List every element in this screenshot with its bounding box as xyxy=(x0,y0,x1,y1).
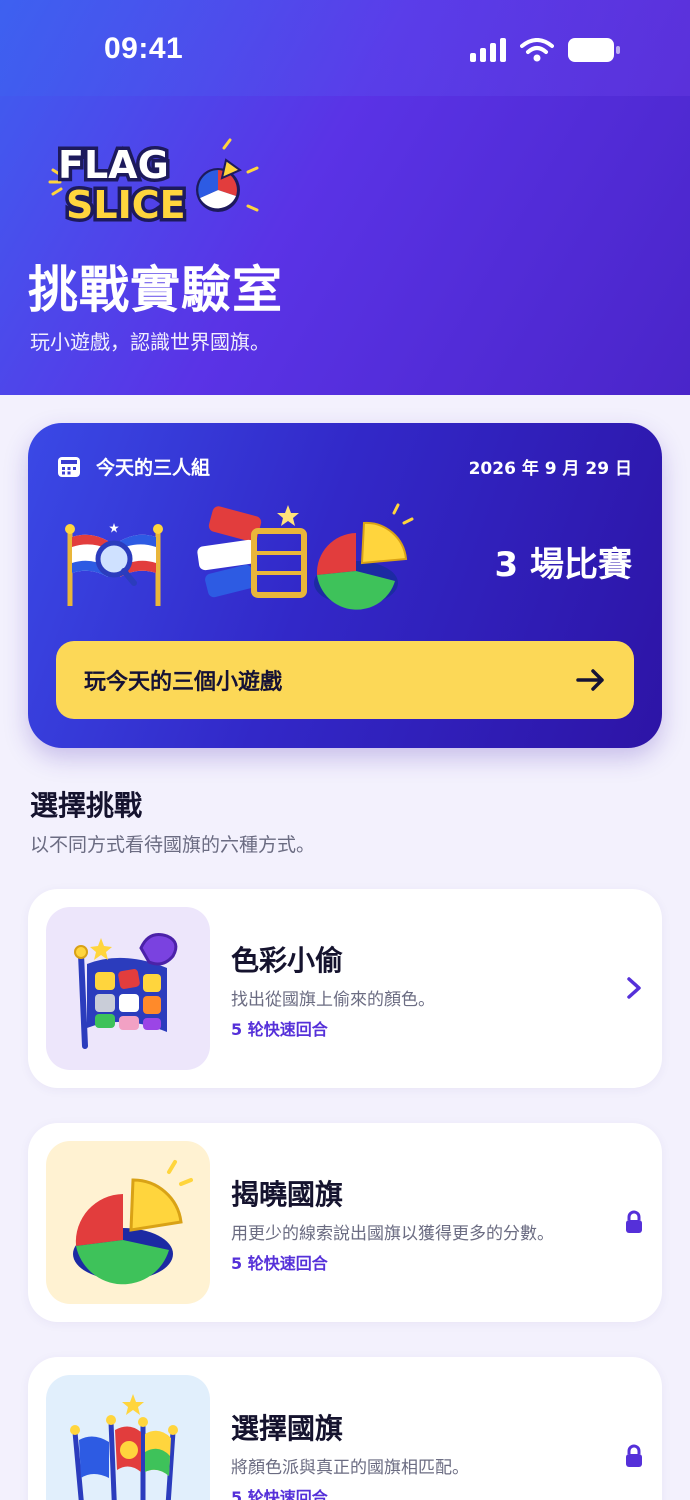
section-subtitle: 以不同方式看待國旗的六種方式。 xyxy=(30,834,316,856)
pie-reveal-icon xyxy=(73,1159,193,1284)
challenge-description: 找出從國旗上偷來的顏色。 xyxy=(231,990,435,1010)
flag-slice-logo: FLAG SLICE xyxy=(48,138,259,226)
pie-chart-icon xyxy=(314,503,414,610)
arrow-right-icon xyxy=(576,669,604,691)
page-subtitle: 玩小遊戲，認識世界國旗。 xyxy=(30,330,270,354)
status-icons xyxy=(470,38,620,62)
challenge-description: 將顏色派與真正的國旗相匹配。 xyxy=(231,1458,469,1478)
calendar-icon xyxy=(58,456,80,477)
challenge-rounds: 5 轮快速回合 xyxy=(231,1254,328,1273)
challenge-title: 揭曉國旗 xyxy=(231,1178,344,1211)
flags-bundle-icon xyxy=(70,1393,178,1500)
challenge-title: 色彩小偷 xyxy=(231,944,344,977)
challenge-rounds: 5 轮快速回合 xyxy=(231,1488,328,1500)
daily-label: 今天的三人組 xyxy=(96,457,211,479)
magnifier-flags-icon xyxy=(65,523,163,606)
daily-date: 2026 年 9 月 29 日 xyxy=(468,459,632,479)
daily-header: 今天的三人組 xyxy=(58,453,210,480)
open-challenge-button[interactable] xyxy=(620,974,648,1002)
status-bar: 09:41 xyxy=(0,0,690,96)
challenge-title: 選擇國旗 xyxy=(231,1412,344,1445)
lock-icon xyxy=(626,1444,642,1467)
svg-text:FLAG: FLAG xyxy=(58,143,169,187)
color-thief-icon xyxy=(74,932,178,1049)
challenge-description: 用更少的線索說出國旗以獲得更多的分數。 xyxy=(231,1224,554,1244)
locked-challenge-indicator xyxy=(620,1442,648,1470)
daily-games-illustration xyxy=(65,503,414,610)
daily-trio-card[interactable]: 今天的三人組 2026 年 9 月 29 日 3 場比賽 玩今天的三個小遊戲 xyxy=(28,423,662,748)
play-daily-button[interactable]: 玩今天的三個小遊戲 xyxy=(56,641,634,719)
section-title: 選擇挑戰 xyxy=(30,789,143,822)
challenge-card-color-thief[interactable]: 色彩小偷 找出從國旗上偷來的顏色。 5 轮快速回合 xyxy=(28,889,662,1088)
challenge-card-pick-flag[interactable]: 選擇國旗 將顏色派與真正的國旗相匹配。 5 轮快速回合 xyxy=(28,1357,662,1500)
chevron-right-icon xyxy=(627,977,641,999)
challenge-rounds: 5 轮快速回合 xyxy=(231,1020,328,1039)
challenge-tile xyxy=(46,1141,210,1304)
play-daily-label: 玩今天的三個小遊戲 xyxy=(84,670,283,695)
daily-match-count: 3 場比賽 xyxy=(494,545,633,585)
status-time: 09:41 xyxy=(104,32,184,65)
color-blocks-icon xyxy=(197,505,307,598)
challenge-tile xyxy=(46,1375,210,1500)
locked-challenge-indicator xyxy=(620,1208,648,1236)
challenge-tile xyxy=(46,907,210,1070)
page-title: 挑戰實驗室 xyxy=(28,261,283,319)
svg-text:SLICE: SLICE xyxy=(66,183,186,226)
lock-icon xyxy=(626,1210,642,1233)
battery-icon xyxy=(568,38,620,62)
challenge-card-reveal-flag[interactable]: 揭曉國旗 用更少的線索說出國旗以獲得更多的分數。 5 轮快速回合 xyxy=(28,1123,662,1322)
wifi-icon xyxy=(520,38,554,62)
hero-header: 09:41 FLAG SLICE 挑戰實驗室 玩小遊戲，認識世界國旗。 xyxy=(0,0,690,395)
signal-icon xyxy=(470,38,506,62)
